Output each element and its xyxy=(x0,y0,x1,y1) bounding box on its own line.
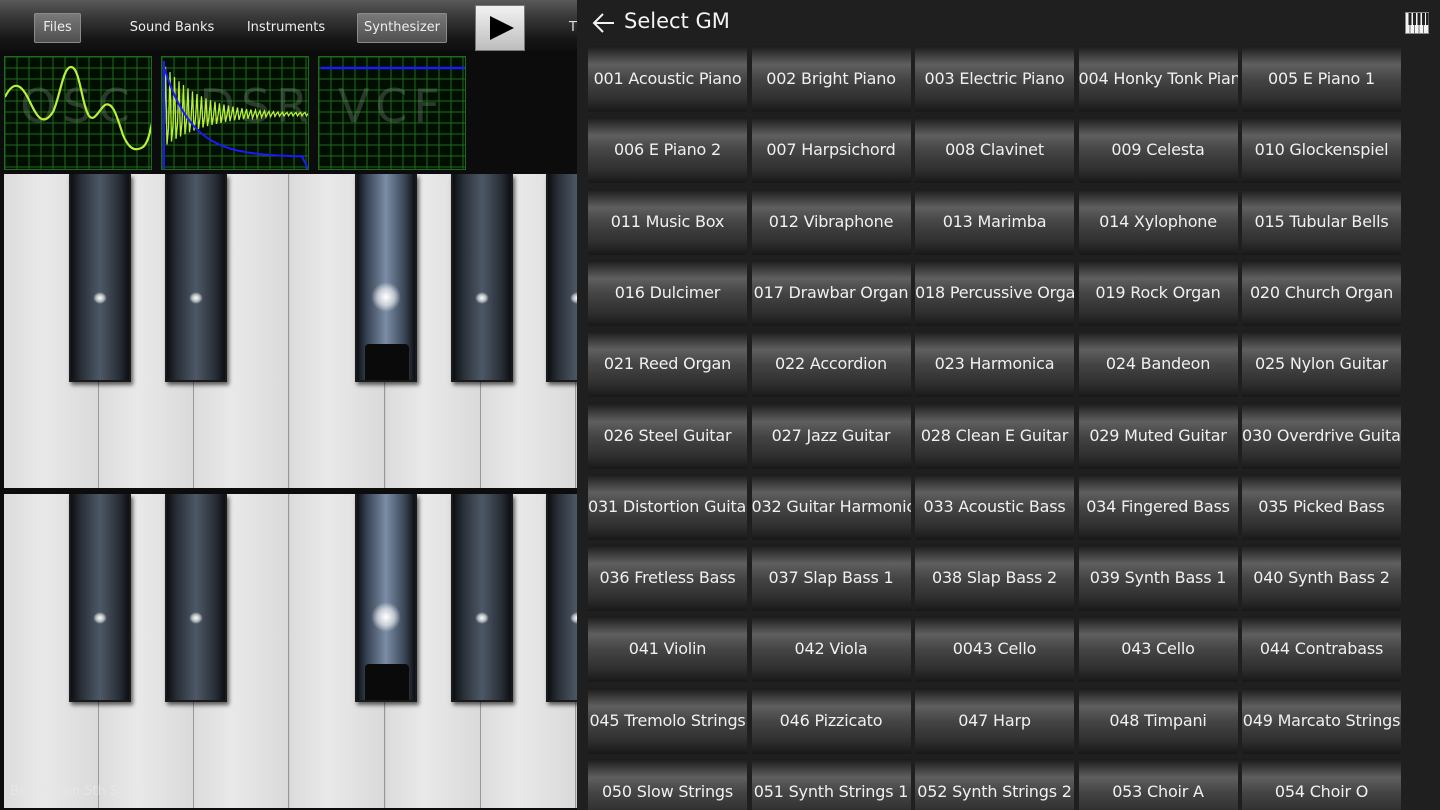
instrument-button[interactable]: 047 Harp xyxy=(915,687,1074,754)
instrument-button[interactable]: 044 Contrabass xyxy=(1242,616,1401,683)
instrument-button[interactable]: 021 Reed Organ xyxy=(588,331,747,398)
vcf-scope[interactable]: VCF xyxy=(318,56,466,170)
instrument-button[interactable]: 031 Distortion Guitar xyxy=(588,473,747,540)
instrument-button[interactable]: 054 Choir O xyxy=(1242,759,1401,810)
instrument-button[interactable]: 022 Accordion xyxy=(751,331,911,398)
oscillator-scope[interactable]: OSC xyxy=(4,56,152,170)
instrument-button[interactable]: 049 Marcato Strings xyxy=(1242,687,1401,754)
instrument-button[interactable]: 009 Celesta xyxy=(1078,117,1238,184)
instrument-button[interactable]: 014 Xylophone xyxy=(1078,188,1238,255)
black-key[interactable] xyxy=(451,174,513,382)
instrument-button[interactable]: 005 E Piano 1 xyxy=(1242,46,1401,112)
instrument-button[interactable]: 004 Honky Tonk Piano xyxy=(1078,46,1238,112)
instrument-button[interactable]: 029 Muted Guitar xyxy=(1078,402,1238,469)
instrument-button[interactable]: 041 Violin xyxy=(588,616,747,683)
song-title: Beethoven 5th Sym xyxy=(10,784,139,799)
black-key-pressed[interactable] xyxy=(355,494,417,702)
instrument-button[interactable]: 007 Harpsichord xyxy=(751,117,911,184)
instrument-button[interactable]: 002 Bright Piano xyxy=(751,46,911,112)
instrument-button[interactable]: 035 Picked Bass xyxy=(1242,473,1401,540)
instrument-button[interactable]: 013 Marimba xyxy=(915,188,1074,255)
instrument-button[interactable]: 036 Fretless Bass xyxy=(588,545,747,612)
instrument-button[interactable]: 040 Synth Bass 2 xyxy=(1242,545,1401,612)
instrument-button[interactable]: 046 Pizzicato xyxy=(751,687,911,754)
instrument-button[interactable]: 038 Slap Bass 2 xyxy=(915,545,1074,612)
sound-banks-button[interactable]: Sound Banks xyxy=(122,13,222,43)
piano-keys-icon[interactable] xyxy=(1405,12,1429,38)
instrument-button[interactable]: 020 Church Organ xyxy=(1242,259,1401,326)
instrument-button[interactable]: 045 Tremolo Strings xyxy=(588,687,747,754)
instrument-button[interactable]: 053 Choir A xyxy=(1078,759,1238,810)
oscillator-waveform xyxy=(5,65,151,151)
black-key[interactable] xyxy=(165,174,227,382)
instrument-button[interactable]: 024 Bandeon xyxy=(1078,331,1238,398)
instrument-button[interactable]: 023 Harmonica xyxy=(915,331,1074,398)
instrument-button[interactable]: 039 Synth Bass 1 xyxy=(1078,545,1238,612)
instrument-button[interactable]: 006 E Piano 2 xyxy=(588,117,747,184)
instrument-button[interactable]: 026 Steel Guitar xyxy=(588,402,747,469)
black-key[interactable] xyxy=(546,174,577,382)
keyboard-upper[interactable] xyxy=(4,174,577,488)
instrument-button[interactable]: 051 Synth Strings 1 xyxy=(751,759,911,810)
synthesizer-button[interactable]: Synthesizer xyxy=(357,13,447,43)
instrument-button[interactable]: 025 Nylon Guitar xyxy=(1242,331,1401,398)
black-key[interactable] xyxy=(546,494,577,702)
adsr-waveform xyxy=(163,61,308,169)
black-key[interactable] xyxy=(165,494,227,702)
instrument-button[interactable]: 027 Jazz Guitar xyxy=(751,402,911,469)
instrument-button[interactable]: 019 Rock Organ xyxy=(1078,259,1238,326)
black-key[interactable] xyxy=(451,494,513,702)
instrument-button[interactable]: 048 Timpani xyxy=(1078,687,1238,754)
instrument-button[interactable]: 015 Tubular Bells xyxy=(1242,188,1401,255)
instrument-button[interactable]: 008 Clavinet xyxy=(915,117,1074,184)
instrument-button[interactable]: 052 Synth Strings 2 xyxy=(915,759,1074,810)
play-icon xyxy=(490,16,514,40)
instrument-button[interactable]: 042 Viola xyxy=(751,616,911,683)
instrument-button[interactable]: 0043 Cello xyxy=(915,616,1074,683)
filter-curve xyxy=(321,66,465,70)
instrument-button[interactable]: 043 Cello xyxy=(1078,616,1238,683)
instrument-button[interactable]: 030 Overdrive Guitar xyxy=(1242,402,1401,469)
black-key-pressed[interactable] xyxy=(355,174,417,382)
instrument-button[interactable]: 028 Clean E Guitar xyxy=(915,402,1074,469)
instrument-button[interactable]: 017 Drawbar Organ xyxy=(751,259,911,326)
files-button[interactable]: Files xyxy=(34,13,81,43)
adsr-scope[interactable]: ADSR xyxy=(161,56,309,170)
instrument-button[interactable]: 011 Music Box xyxy=(588,188,747,255)
instrument-button[interactable]: 037 Slap Bass 1 xyxy=(751,545,911,612)
keyboard-lower[interactable] xyxy=(4,494,577,808)
instrument-button[interactable]: 016 Dulcimer xyxy=(588,259,747,326)
black-key[interactable] xyxy=(69,494,131,702)
menu-bar: Files Sound Banks Instruments Synthesize… xyxy=(0,0,577,54)
panel-title: Select GM xyxy=(624,9,730,33)
instrument-button[interactable]: 018 Percussive Organ xyxy=(915,259,1074,326)
instrument-button[interactable]: 050 Slow Strings xyxy=(588,759,747,810)
instrument-button[interactable]: 003 Electric Piano xyxy=(915,46,1074,112)
instrument-button[interactable]: 010 Glockenspiel xyxy=(1242,117,1401,184)
instruments-button[interactable]: Instruments xyxy=(240,13,332,43)
instrument-button[interactable]: 033 Acoustic Bass xyxy=(915,473,1074,540)
select-gm-panel: Select GM 001 Acoustic Piano 002 Bright P… xyxy=(577,0,1440,810)
instrument-button[interactable]: 001 Acoustic Piano xyxy=(588,46,747,112)
black-key[interactable] xyxy=(69,174,131,382)
back-arrow-icon xyxy=(592,13,614,33)
instrument-button[interactable]: 012 Vibraphone xyxy=(751,188,911,255)
instrument-button[interactable]: 034 Fingered Bass xyxy=(1078,473,1238,540)
play-button[interactable] xyxy=(476,6,524,50)
menu-item-partial[interactable]: T xyxy=(569,13,577,43)
synth-app: Files Sound Banks Instruments Synthesize… xyxy=(0,0,577,810)
back-button[interactable] xyxy=(591,11,617,35)
instrument-button[interactable]: 032 Guitar Harmonics xyxy=(751,473,911,540)
